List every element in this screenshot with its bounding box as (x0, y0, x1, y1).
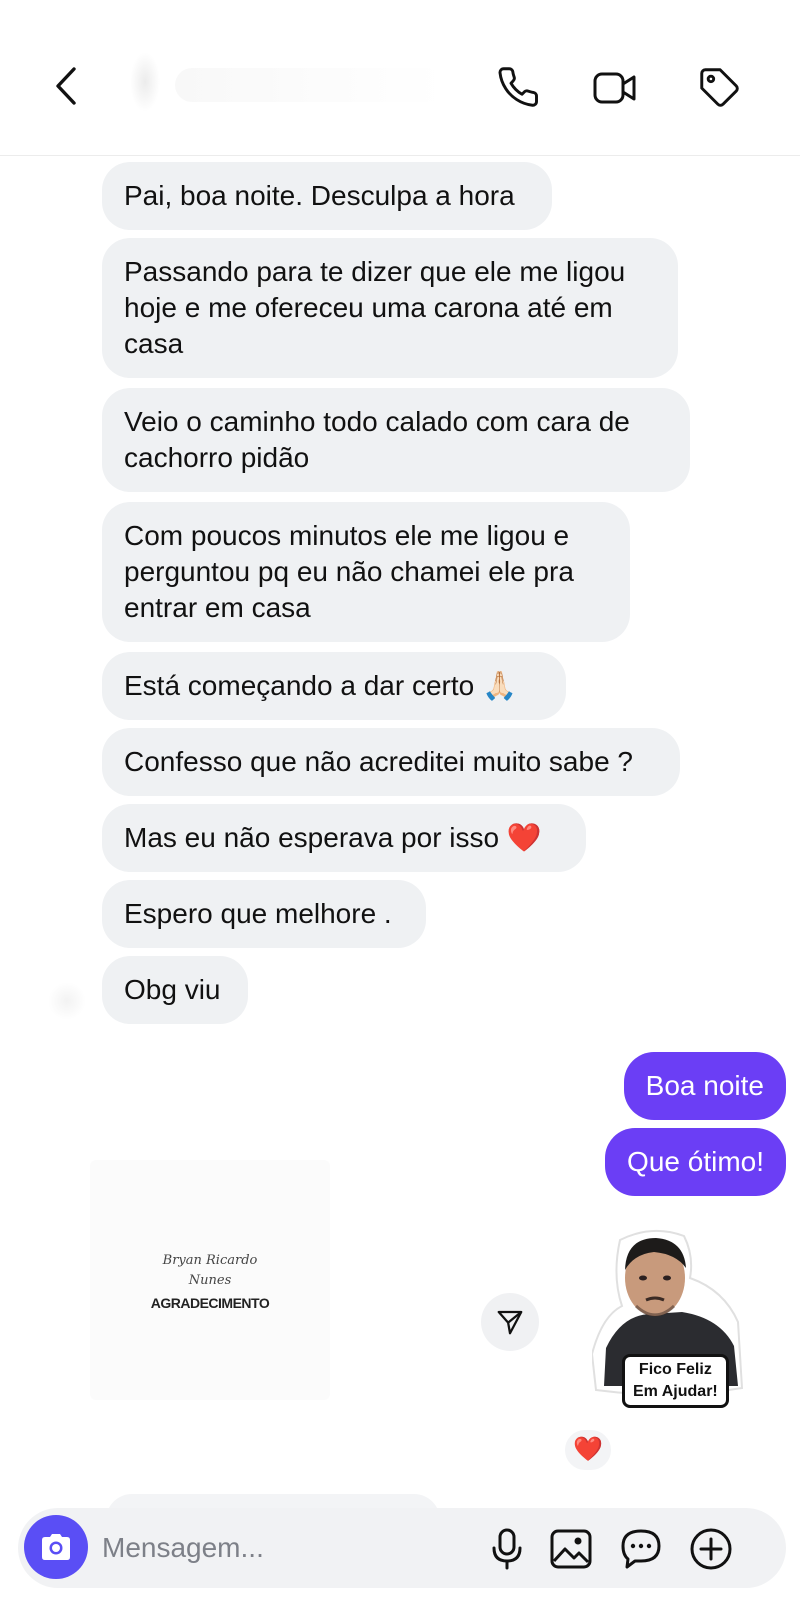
message-composer (18, 1508, 786, 1588)
received-message[interactable]: Confesso que não acreditei muito sabe ? (102, 728, 680, 796)
received-message[interactable]: Está começando a dar certo 🙏🏻 (102, 652, 566, 720)
camera-icon (42, 1534, 70, 1560)
send-icon (497, 1310, 523, 1335)
more-button[interactable] (688, 1526, 734, 1572)
sticker-caption-line: Fico Feliz (638, 1361, 712, 1378)
post-title: AGRADECIMENTO (150, 1295, 270, 1311)
microphone-icon (492, 1528, 522, 1570)
video-call-button[interactable] (590, 64, 640, 112)
received-message[interactable]: Obg viu (102, 956, 248, 1024)
shared-post-card[interactable]: Bryan Ricardo Nunes AGRADECIMENTO (90, 1160, 330, 1400)
tag-button[interactable] (694, 62, 744, 112)
image-icon (550, 1529, 592, 1569)
received-message[interactable]: Passando para te dizer que ele me ligou … (102, 238, 678, 378)
received-message[interactable]: Veio o caminho todo calado com cara de c… (102, 388, 690, 492)
plus-icon (690, 1528, 732, 1570)
received-message[interactable]: Com poucos minutos ele me ligou e pergun… (102, 502, 630, 642)
sent-message[interactable]: Que ótimo! (605, 1128, 786, 1196)
sticker[interactable]: Fico Feliz Em Ajudar! (590, 1226, 750, 1416)
camera-button[interactable] (24, 1515, 88, 1579)
sender-avatar[interactable] (48, 982, 86, 1020)
voice-message-button[interactable] (484, 1526, 530, 1572)
received-message[interactable]: Pai, boa noite. Desculpa a hora (102, 162, 552, 230)
contact-name[interactable] (175, 68, 445, 102)
back-icon (56, 67, 76, 105)
gallery-button[interactable] (548, 1526, 594, 1572)
tag-icon (700, 68, 739, 107)
sent-message[interactable]: Boa noite (623, 1052, 786, 1120)
voice-call-button[interactable] (496, 64, 544, 112)
chat-header (0, 0, 800, 156)
contact-avatar[interactable] (130, 52, 160, 112)
sticker-button[interactable] (618, 1526, 664, 1572)
sticker-icon (621, 1529, 661, 1569)
sticker-caption-line: Em Ajudar! (633, 1383, 718, 1400)
sticker-caption: Fico Feliz Em Ajudar! (622, 1354, 729, 1408)
message-reaction[interactable]: ❤️ (563, 1428, 613, 1472)
video-icon (593, 72, 636, 104)
heart-icon: ❤️ (573, 1436, 603, 1463)
phone-icon (498, 67, 538, 107)
share-button[interactable] (481, 1293, 539, 1351)
received-message[interactable]: Espero que melhore . (102, 880, 426, 948)
received-message[interactable]: Mas eu não esperava por isso ❤️ (102, 804, 586, 872)
post-signature: Nunes (188, 1273, 232, 1288)
message-input[interactable] (102, 1526, 482, 1570)
back-button[interactable] (44, 62, 88, 110)
